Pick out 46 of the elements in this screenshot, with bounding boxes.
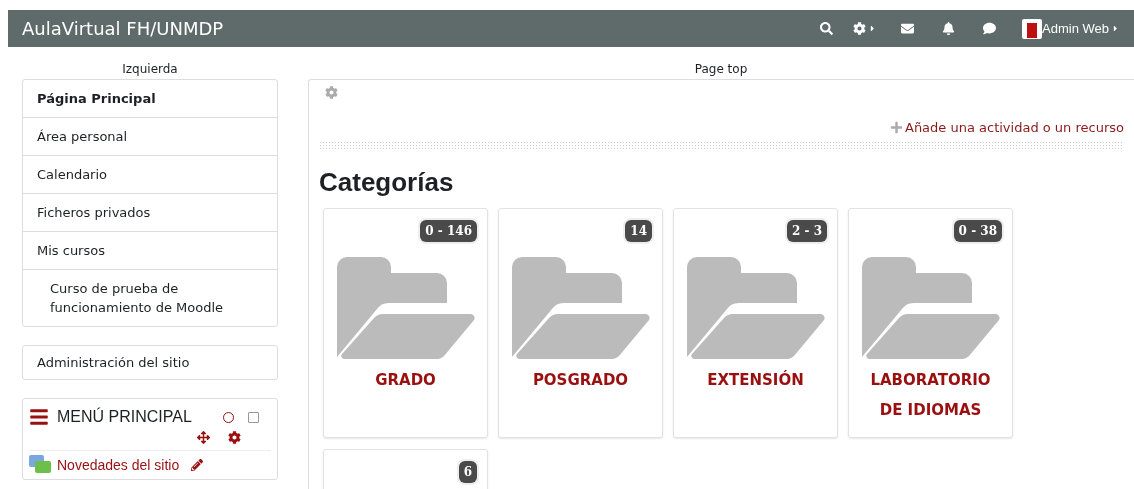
nav-link[interactable]: Calendario [23,155,277,193]
admin-link[interactable]: Administración del sitio [23,346,277,379]
category-link[interactable]: EXTENSIÓN [699,365,812,395]
category-card[interactable]: 0 - 38 LABORATORIO DE IDIOMAS [848,208,1013,438]
add-activity-link[interactable]: Añade una actividad o un recurso [890,120,1124,135]
nav-link[interactable]: Página Principal [23,80,277,117]
site-name[interactable]: AulaVirtual FH/UNMDP [22,18,801,39]
nav-link[interactable]: Mis cursos [23,231,277,269]
folder-icon [686,257,825,359]
chat-bubble-icon[interactable] [983,22,997,35]
folder-icon [511,257,650,359]
course-count: 2 - 3 [786,220,827,242]
course-count: 0 - 146 [420,220,477,242]
category-link[interactable]: LABORATORIO DE IDIOMAS [849,365,1012,425]
pencil-icon[interactable] [191,459,204,471]
user-menu[interactable]: Admin Web [1042,21,1120,36]
menu-icon[interactable] [29,407,49,427]
category-card[interactable]: 2 - 3 EXTENSIÓN [673,208,838,438]
search-icon[interactable] [820,22,834,35]
category-card[interactable]: 0 - 146 GRADO [323,208,488,438]
caret-icon [1111,24,1120,33]
menu-link[interactable]: Novedades del sitio [57,457,180,473]
course-count: 6 [458,461,477,483]
region-label: Page top [693,61,749,78]
nav-link[interactable]: Ficheros privados [23,193,277,231]
category-link[interactable]: GRADO [367,365,444,395]
move-icon[interactable] [197,431,210,444]
nav-link[interactable]: Área personal [23,117,277,155]
category-card[interactable]: 6 [323,449,488,489]
category-card[interactable]: 14 POSGRADO [498,208,663,438]
section-heading: Categorías [319,167,455,198]
plus-icon [890,121,903,134]
region-label: Izquierda [121,61,179,78]
avatar-icon[interactable] [1022,18,1043,39]
bell-icon[interactable] [942,22,956,35]
category-link[interactable]: POSGRADO [524,365,637,395]
envelope-icon[interactable] [901,22,915,35]
nav-link[interactable]: Curso de prueba de funcionamiento de Moodle [23,269,277,326]
folder-icon [861,257,1000,359]
course-count: 14 [625,220,652,242]
folder-icon [336,257,475,359]
settings-icon[interactable] [228,431,241,444]
course-count: 0 - 38 [953,220,1002,242]
dock-icon[interactable] [248,411,259,423]
block-title: MENÚ PRINCIPAL [57,408,193,426]
forum-icon [29,455,51,475]
